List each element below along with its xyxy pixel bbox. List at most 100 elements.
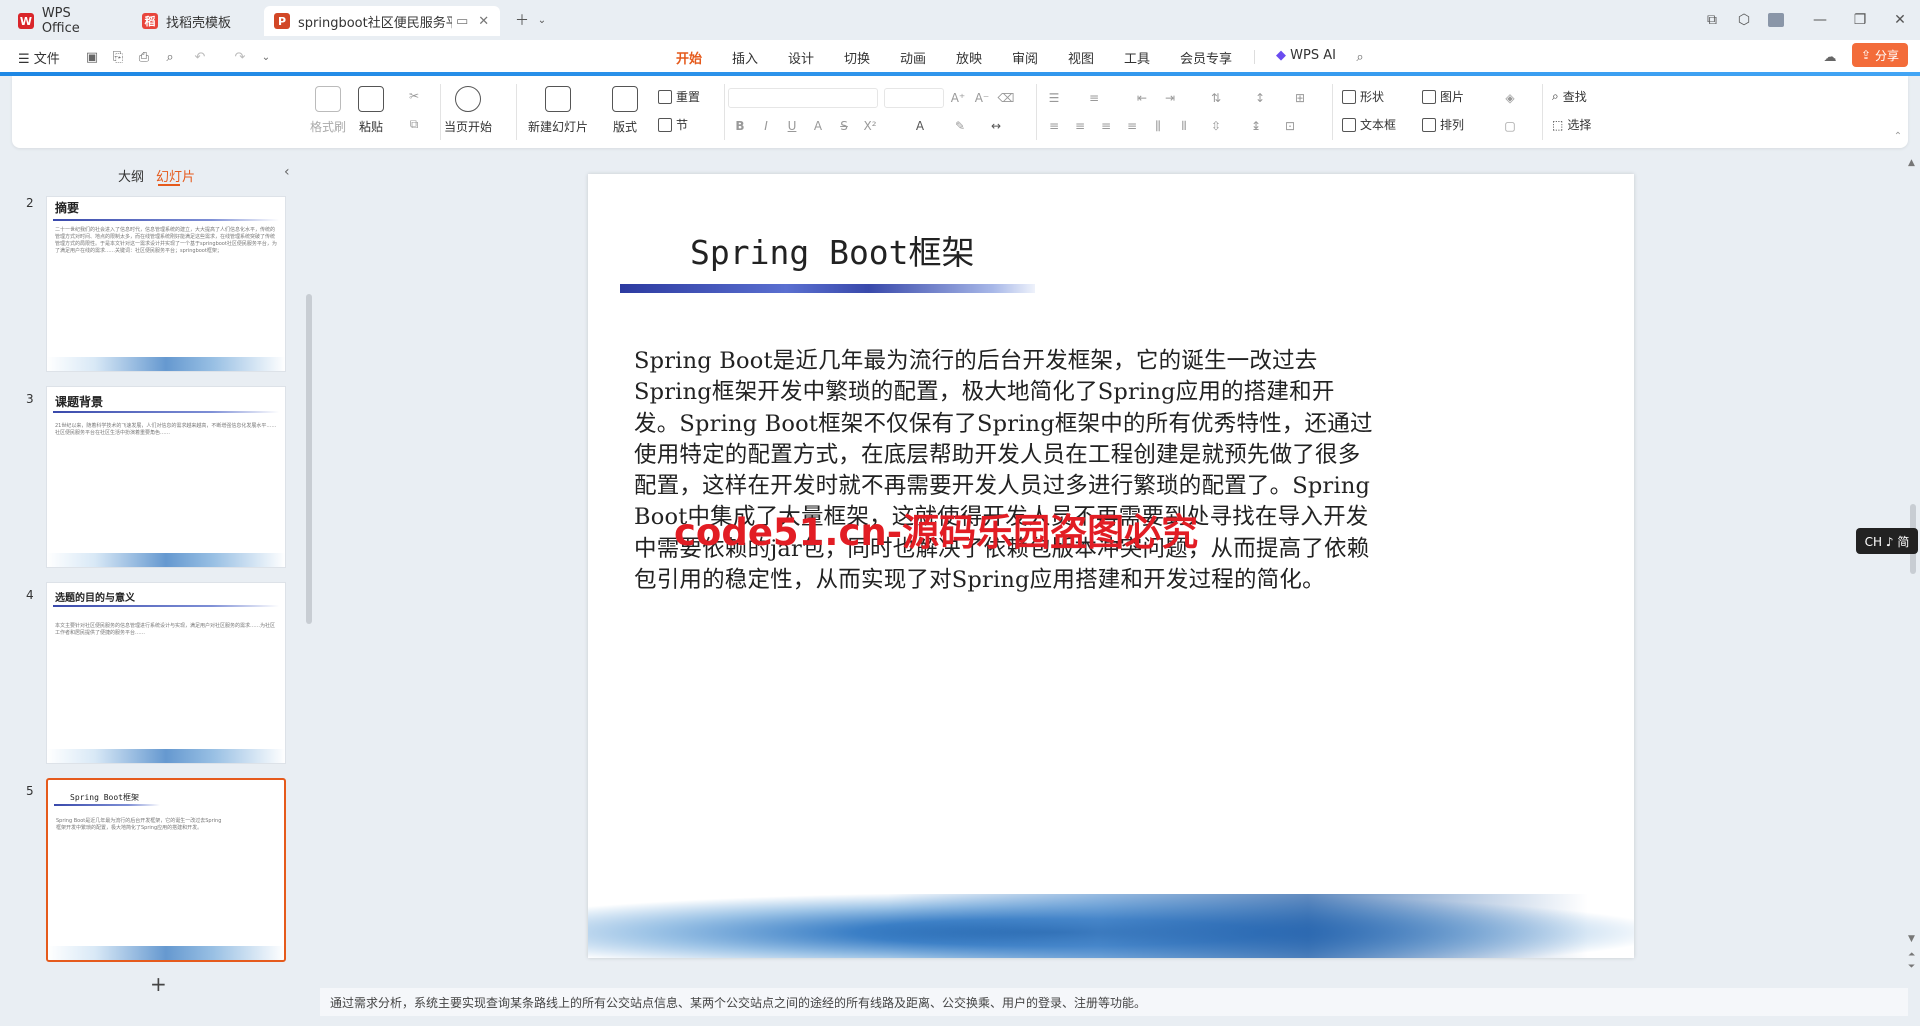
window-layout-icon[interactable]: ⧉: [1702, 10, 1722, 30]
new-slide-button[interactable]: 新建幻灯片: [528, 86, 588, 135]
font-size-select[interactable]: [884, 88, 944, 108]
quick-access-chevron-icon[interactable]: ⌄: [258, 49, 274, 65]
menu-slideshow[interactable]: 放映: [956, 48, 982, 67]
new-tab-icon[interactable]: ＋: [512, 10, 532, 30]
minimize-icon[interactable]: —: [1810, 10, 1830, 30]
text-box-options-icon[interactable]: ⊡: [1282, 118, 1298, 134]
layout-button[interactable]: 版式: [612, 86, 638, 135]
current-slide[interactable]: Spring Boot框架 Spring Boot是近几年最为流行的后台开发框架…: [588, 174, 1634, 958]
shape-button[interactable]: 形状: [1342, 88, 1384, 105]
panel-scrollbar[interactable]: [306, 294, 312, 624]
menu-home[interactable]: 开始: [676, 48, 702, 67]
screen-icon[interactable]: ▭: [456, 14, 468, 29]
close-tab-icon[interactable]: ✕: [478, 14, 489, 29]
superscript-icon[interactable]: X²: [862, 118, 878, 134]
paragraph-spacing-icon[interactable]: ↨: [1248, 118, 1264, 134]
tab-outline[interactable]: 大纲: [118, 166, 144, 185]
font-color-icon[interactable]: A: [912, 118, 928, 134]
search-icon[interactable]: ⌕: [1352, 49, 1368, 65]
decrease-indent-icon[interactable]: ⇤: [1134, 90, 1150, 106]
cloud-upload-icon[interactable]: ☁: [1822, 49, 1838, 65]
align-center-icon[interactable]: ≡: [1072, 118, 1088, 134]
picture-button[interactable]: 图片: [1422, 88, 1464, 105]
menu-review[interactable]: 审阅: [1012, 48, 1038, 67]
decrease-font-icon[interactable]: A⁻: [974, 90, 990, 106]
vertical-align-icon[interactable]: ⇳: [1208, 118, 1224, 134]
font-family-select[interactable]: [728, 88, 878, 108]
canvas-vertical-scrollbar[interactable]: ▲ ▼ ⏶ ⏷: [1908, 154, 1920, 978]
menu-tools[interactable]: 工具: [1124, 48, 1150, 67]
clear-format-icon[interactable]: ⌫: [998, 90, 1015, 106]
character-spacing-icon[interactable]: ↔: [988, 118, 1004, 134]
columns-icon[interactable]: ⫴: [1176, 118, 1192, 134]
underline-icon[interactable]: U: [784, 118, 800, 134]
increase-font-icon[interactable]: A⁺: [950, 90, 966, 106]
avatar[interactable]: [1766, 10, 1786, 30]
print-icon[interactable]: ⎙: [136, 49, 152, 65]
file-menu[interactable]: ☰ 文件: [18, 48, 60, 67]
justify-icon[interactable]: ≡: [1124, 118, 1140, 134]
tab-docer[interactable]: 稻 找稻壳模板: [132, 6, 260, 36]
highlight-icon[interactable]: ✎: [952, 118, 968, 134]
tab-wps-office[interactable]: W WPS Office: [8, 6, 122, 36]
italic-icon[interactable]: I: [758, 118, 774, 134]
cut-icon[interactable]: ✂: [406, 88, 422, 104]
scroll-up-icon[interactable]: ▲: [1908, 158, 1915, 168]
paste-button[interactable]: 粘贴: [358, 86, 384, 135]
menu-transition[interactable]: 切换: [844, 48, 870, 67]
prev-slide-icon[interactable]: ⏶: [1908, 950, 1915, 960]
menu-insert[interactable]: 插入: [732, 48, 758, 67]
outline-icon[interactable]: ▢: [1502, 118, 1518, 134]
align-left-icon[interactable]: ≡: [1046, 118, 1062, 134]
next-slide-icon[interactable]: ⏷: [1908, 962, 1915, 972]
input-method-badge[interactable]: CH ♪ 简: [1856, 528, 1918, 554]
collapse-panel-icon[interactable]: ‹: [284, 164, 290, 180]
tab-list-chevron-icon[interactable]: ⌄: [532, 10, 552, 30]
textbox-button[interactable]: 文本框: [1342, 116, 1396, 133]
section-button[interactable]: 节: [658, 116, 688, 133]
speaker-notes[interactable]: 通过需求分析，系统主要实现查询某条路线上的所有公交站点信息、某两个公交站点之间的…: [320, 988, 1908, 1016]
select-button[interactable]: ⬚ 选择: [1552, 116, 1591, 133]
export-icon[interactable]: ⎘: [110, 49, 126, 65]
increase-indent-icon[interactable]: ⇥: [1162, 90, 1178, 106]
numbered-list-icon[interactable]: ≡: [1086, 90, 1102, 106]
bold-icon[interactable]: B: [732, 118, 748, 134]
slide-thumbnail-4[interactable]: 选题的目的与意义 本文主要针对社区便民服务的信息管理进行系统设计与实现，满足用户…: [46, 582, 286, 764]
fill-icon[interactable]: ◈: [1502, 90, 1518, 106]
slide-thumbnail-5[interactable]: Spring Boot框架 Spring Boot是近几年最为流行的后台开发框架…: [46, 778, 286, 962]
save-icon[interactable]: ▣: [84, 49, 100, 65]
collapse-ribbon-icon[interactable]: ⌃: [1890, 128, 1906, 144]
play-from-current-button[interactable]: 当页开始: [444, 86, 492, 135]
slide-thumbnail-2[interactable]: 摘要 二十一世纪我们的社会进入了信息时代，信息管理系统的建立，大大提高了人们信息…: [46, 196, 286, 372]
align-right-icon[interactable]: ≡: [1098, 118, 1114, 134]
share-button[interactable]: ⇪ 分享: [1852, 43, 1908, 67]
menu-member[interactable]: 会员专享: [1180, 48, 1232, 67]
line-spacing-icon[interactable]: ↕: [1252, 90, 1268, 106]
menu-animation[interactable]: 动画: [900, 48, 926, 67]
tab-presentation[interactable]: P springboot社区便民服务平 ▭ ✕: [264, 6, 500, 36]
menu-view[interactable]: 视图: [1068, 48, 1094, 67]
convert-smartart-icon[interactable]: ⊞: [1292, 90, 1308, 106]
menu-design[interactable]: 设计: [788, 48, 814, 67]
wps-ai-button[interactable]: ◆ WPS AI: [1276, 48, 1336, 63]
find-button[interactable]: ⌕ 查找: [1552, 88, 1587, 105]
format-painter-button[interactable]: 格式刷: [310, 86, 346, 135]
shadow-text-icon[interactable]: A: [810, 118, 826, 134]
reset-button[interactable]: 重置: [658, 88, 700, 105]
distribute-icon[interactable]: ⫼: [1150, 118, 1166, 134]
tab-slides[interactable]: 幻灯片: [156, 166, 195, 185]
undo-icon[interactable]: ↶: [192, 49, 208, 65]
scroll-down-icon[interactable]: ▼: [1908, 934, 1915, 944]
restore-icon[interactable]: ❐: [1850, 10, 1870, 30]
redo-icon[interactable]: ↷: [232, 49, 248, 65]
copy-icon[interactable]: ⧉: [406, 116, 422, 132]
cube-icon[interactable]: ⬡: [1734, 10, 1754, 30]
close-window-icon[interactable]: ✕: [1890, 10, 1910, 30]
slide-body-text[interactable]: Spring Boot是近几年最为流行的后台开发框架，它的诞生一改过去Sprin…: [634, 346, 1378, 596]
print-preview-icon[interactable]: ⌕: [162, 49, 178, 65]
arrange-button[interactable]: 排列: [1422, 116, 1464, 133]
slide-title[interactable]: Spring Boot框架: [690, 226, 975, 274]
slide-thumbnail-3[interactable]: 课题背景 21世纪以来，随着科学技术的飞速发展，人们对信息的需求越来越高，不断增…: [46, 386, 286, 568]
bullet-list-icon[interactable]: ☰: [1046, 90, 1062, 106]
add-slide-icon[interactable]: +: [150, 972, 167, 996]
